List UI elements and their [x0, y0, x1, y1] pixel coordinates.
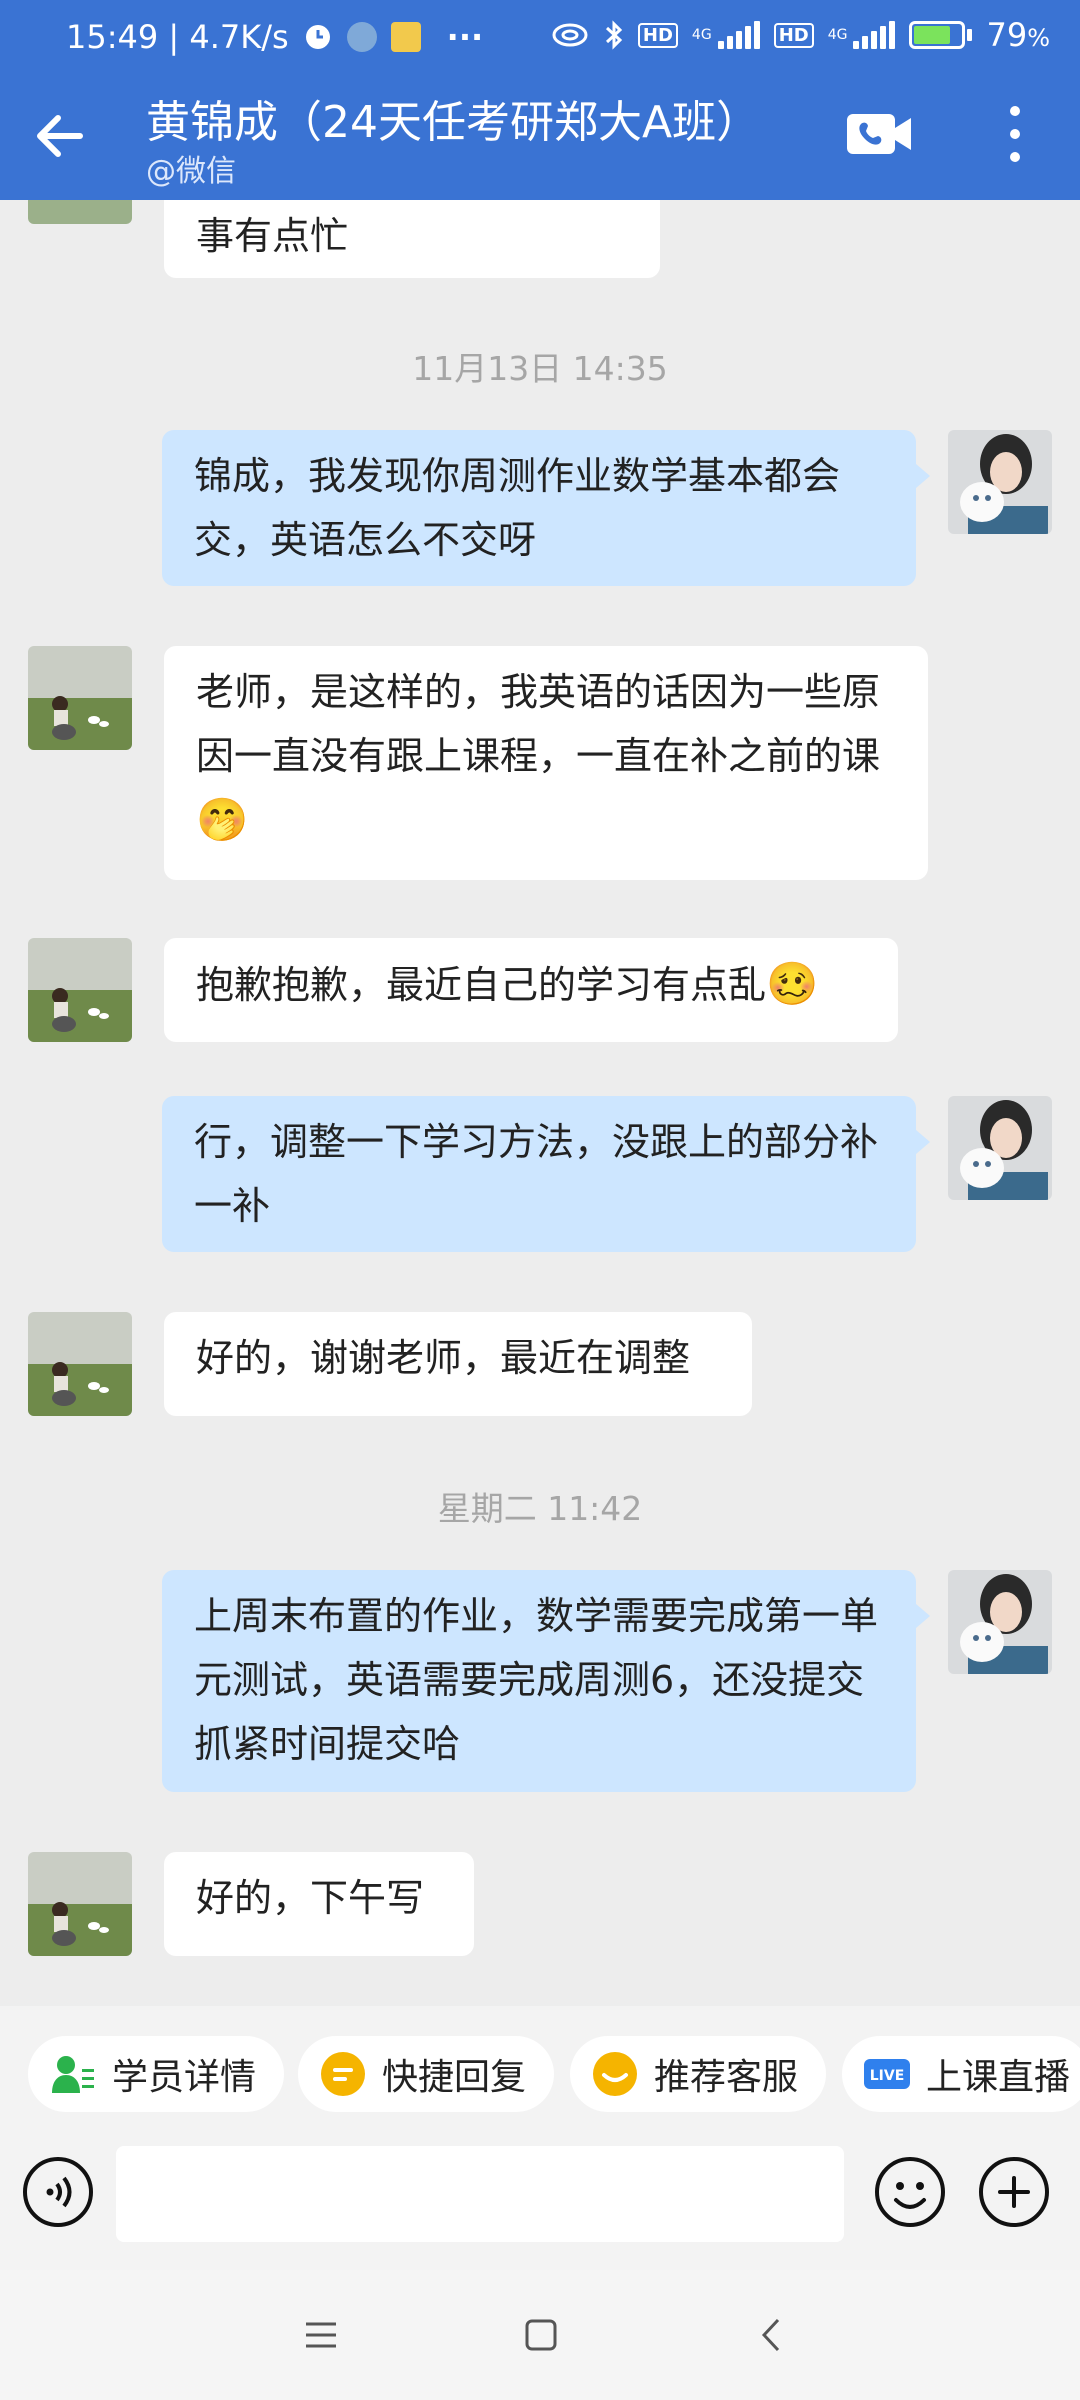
- contact-avatar[interactable]: [28, 1852, 132, 1956]
- hd-icon-2: HD: [773, 22, 814, 48]
- bluetooth-icon: [605, 20, 623, 50]
- back-arrow-icon[interactable]: [28, 104, 92, 168]
- menu-icon[interactable]: [296, 2310, 346, 2360]
- my-avatar[interactable]: [948, 1096, 1052, 1200]
- more-notifications-icon: ···: [446, 18, 484, 56]
- more-options-icon[interactable]: [996, 100, 1034, 168]
- message-bubble-incoming[interactable]: 抱歉抱歉，最近自己的学习有点乱🥴: [164, 938, 898, 1042]
- contact-avatar[interactable]: [28, 938, 132, 1042]
- hotspot-icon: [552, 23, 588, 47]
- message-bubble-incoming[interactable]: 好的，下午写: [164, 1852, 474, 1956]
- message-bubble-incoming[interactable]: 好的，谢谢老师，最近在调整: [164, 1312, 752, 1416]
- message-bubble-incoming[interactable]: 老师，是这样的，我英语的话因为一些原因一直没有跟上课程，一直在补之前的课🤭: [164, 646, 928, 880]
- battery-percent: 79%: [986, 16, 1050, 54]
- message-bubble-outgoing[interactable]: 行，调整一下学习方法，没跟上的部分补一补: [162, 1096, 930, 1252]
- system-nav-bar: [0, 2270, 1080, 2400]
- signal-icon-2: [853, 21, 896, 49]
- battery-icon: [909, 21, 973, 49]
- add-attachment-icon[interactable]: [978, 2156, 1050, 2228]
- signal-icon: [717, 21, 760, 49]
- home-icon[interactable]: [516, 2310, 566, 2360]
- student-info-icon: [52, 2056, 94, 2093]
- chat-subtitle: @微信: [146, 154, 236, 189]
- student-info-button[interactable]: 学员详情: [28, 2036, 285, 2112]
- emoji-icon: 🤭: [196, 795, 249, 844]
- svg-text:LIVE: LIVE: [870, 2068, 905, 2084]
- contact-avatar[interactable]: [28, 200, 132, 224]
- message-list[interactable]: 事有点忙 11月13日 14:35 锦成，我发现你周测作业数学基本都会交，英语怎…: [0, 200, 1080, 2006]
- quick-reply-button[interactable]: 快捷回复: [298, 2036, 555, 2112]
- input-bar: [0, 2136, 1080, 2270]
- app-notification-icon: [346, 22, 377, 52]
- emoji-picker-icon[interactable]: [874, 2156, 946, 2228]
- quick-actions-bar: 学员详情 快捷回复 推荐客服 LIVE 上课直播: [0, 2006, 1080, 2136]
- video-call-icon[interactable]: [845, 104, 915, 164]
- status-bar: 15:49 | 4.7K/s ··· HD 4G HD 4G 79%: [0, 0, 1080, 80]
- emoji-icon: 🥴: [766, 959, 819, 1008]
- message-bubble-outgoing[interactable]: 锦成，我发现你周测作业数学基本都会交，英语怎么不交呀: [162, 430, 930, 586]
- back-nav-icon[interactable]: [746, 2310, 796, 2360]
- service-icon: [593, 2052, 637, 2096]
- chat-header: 黄锦成（24天任考研郑大A班） @微信: [0, 80, 1080, 200]
- chat-title: 黄锦成（24天任考研郑大A班）: [146, 97, 761, 148]
- my-avatar[interactable]: [948, 1570, 1052, 1674]
- live-class-button[interactable]: LIVE 上课直播: [842, 2036, 1080, 2112]
- message-bubble-incoming[interactable]: 事有点忙: [164, 200, 660, 278]
- timestamp: 11月13日 14:35: [412, 349, 668, 388]
- message-input[interactable]: [116, 2146, 844, 2242]
- alarm-icon: [305, 25, 330, 49]
- message-bubble-outgoing[interactable]: 上周末布置的作业，数学需要完成第一单元测试，英语需要完成周测6，还没提交抓紧时间…: [162, 1570, 930, 1792]
- contact-avatar[interactable]: [28, 646, 132, 750]
- live-icon: LIVE: [864, 2059, 910, 2089]
- timestamp: 星期二 11:42: [437, 1489, 643, 1528]
- note-notification-icon: [390, 22, 421, 52]
- status-time-speed: 15:49 | 4.7K/s: [66, 18, 289, 56]
- hd-icon: HD: [637, 22, 678, 48]
- recommend-service-button[interactable]: 推荐客服: [570, 2036, 827, 2112]
- contact-avatar[interactable]: [28, 1312, 132, 1416]
- voice-input-icon[interactable]: [22, 2156, 94, 2228]
- quick-reply-icon: [321, 2052, 365, 2096]
- my-avatar[interactable]: [948, 430, 1052, 534]
- network-type: 4G: [691, 27, 712, 43]
- network-type-2: 4G: [827, 27, 848, 43]
